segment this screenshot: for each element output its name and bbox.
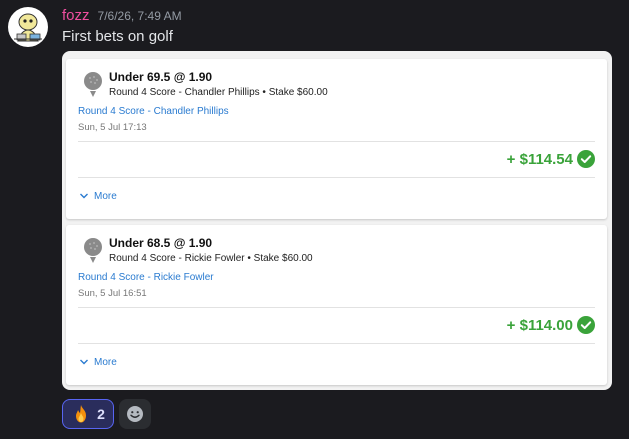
message-header: fozz 7/6/26, 7:49 AM <box>62 7 182 27</box>
message-text: First bets on golf <box>62 28 173 45</box>
chevron-down-icon <box>80 359 88 365</box>
bet-date: Sun, 5 Jul 16:51 <box>78 288 147 299</box>
more-button[interactable]: More <box>78 190 117 202</box>
divider <box>78 343 595 344</box>
event-link[interactable]: Round 4 Score - Chandler Phillips <box>78 106 229 117</box>
avatar[interactable] <box>8 7 48 47</box>
chevron-down-icon <box>80 193 88 199</box>
bet-card: Under 69.5 @ 1.90 Round 4 Score - Chandl… <box>66 59 607 219</box>
message-timestamp: 7/6/26, 7:49 AM <box>97 9 182 23</box>
fire-icon <box>76 405 87 423</box>
payout-amount: + $114.54 <box>506 150 573 168</box>
bet-date: Sun, 5 Jul 17:13 <box>78 122 147 133</box>
username[interactable]: fozz <box>62 7 90 24</box>
more-label: More <box>94 356 117 368</box>
payout-amount: + $114.00 <box>506 316 573 334</box>
more-button[interactable]: More <box>78 356 117 368</box>
check-circle-icon <box>577 316 595 334</box>
bet-card: Under 68.5 @ 1.90 Round 4 Score - Rickie… <box>66 225 607 385</box>
reactions-bar: 2 <box>62 399 151 429</box>
payout: + $114.00 <box>507 316 595 334</box>
golf-ball-icon <box>84 72 102 97</box>
add-reaction-button[interactable] <box>119 399 151 429</box>
chat-message: fozz 7/6/26, 7:49 AM First bets on golf … <box>0 0 629 439</box>
divider <box>78 307 595 308</box>
bet-slip-screenshot[interactable]: Under 69.5 @ 1.90 Round 4 Score - Chandl… <box>62 51 612 390</box>
divider <box>78 141 595 142</box>
golf-ball-icon <box>84 238 102 263</box>
reaction-count: 2 <box>97 406 105 422</box>
divider <box>78 177 595 178</box>
add-reaction-icon <box>127 406 143 422</box>
payout: + $114.54 <box>507 150 595 168</box>
check-circle-icon <box>577 150 595 168</box>
event-link[interactable]: Round 4 Score - Rickie Fowler <box>78 272 214 283</box>
bet-title: Under 68.5 @ 1.90 <box>109 236 213 250</box>
bet-subtitle: Round 4 Score - Rickie Fowler • Stake $6… <box>109 253 313 264</box>
reaction-fire[interactable]: 2 <box>62 399 114 429</box>
more-label: More <box>94 190 117 202</box>
bet-subtitle: Round 4 Score - Chandler Phillips • Stak… <box>109 87 328 98</box>
bet-title: Under 69.5 @ 1.90 <box>109 70 213 84</box>
